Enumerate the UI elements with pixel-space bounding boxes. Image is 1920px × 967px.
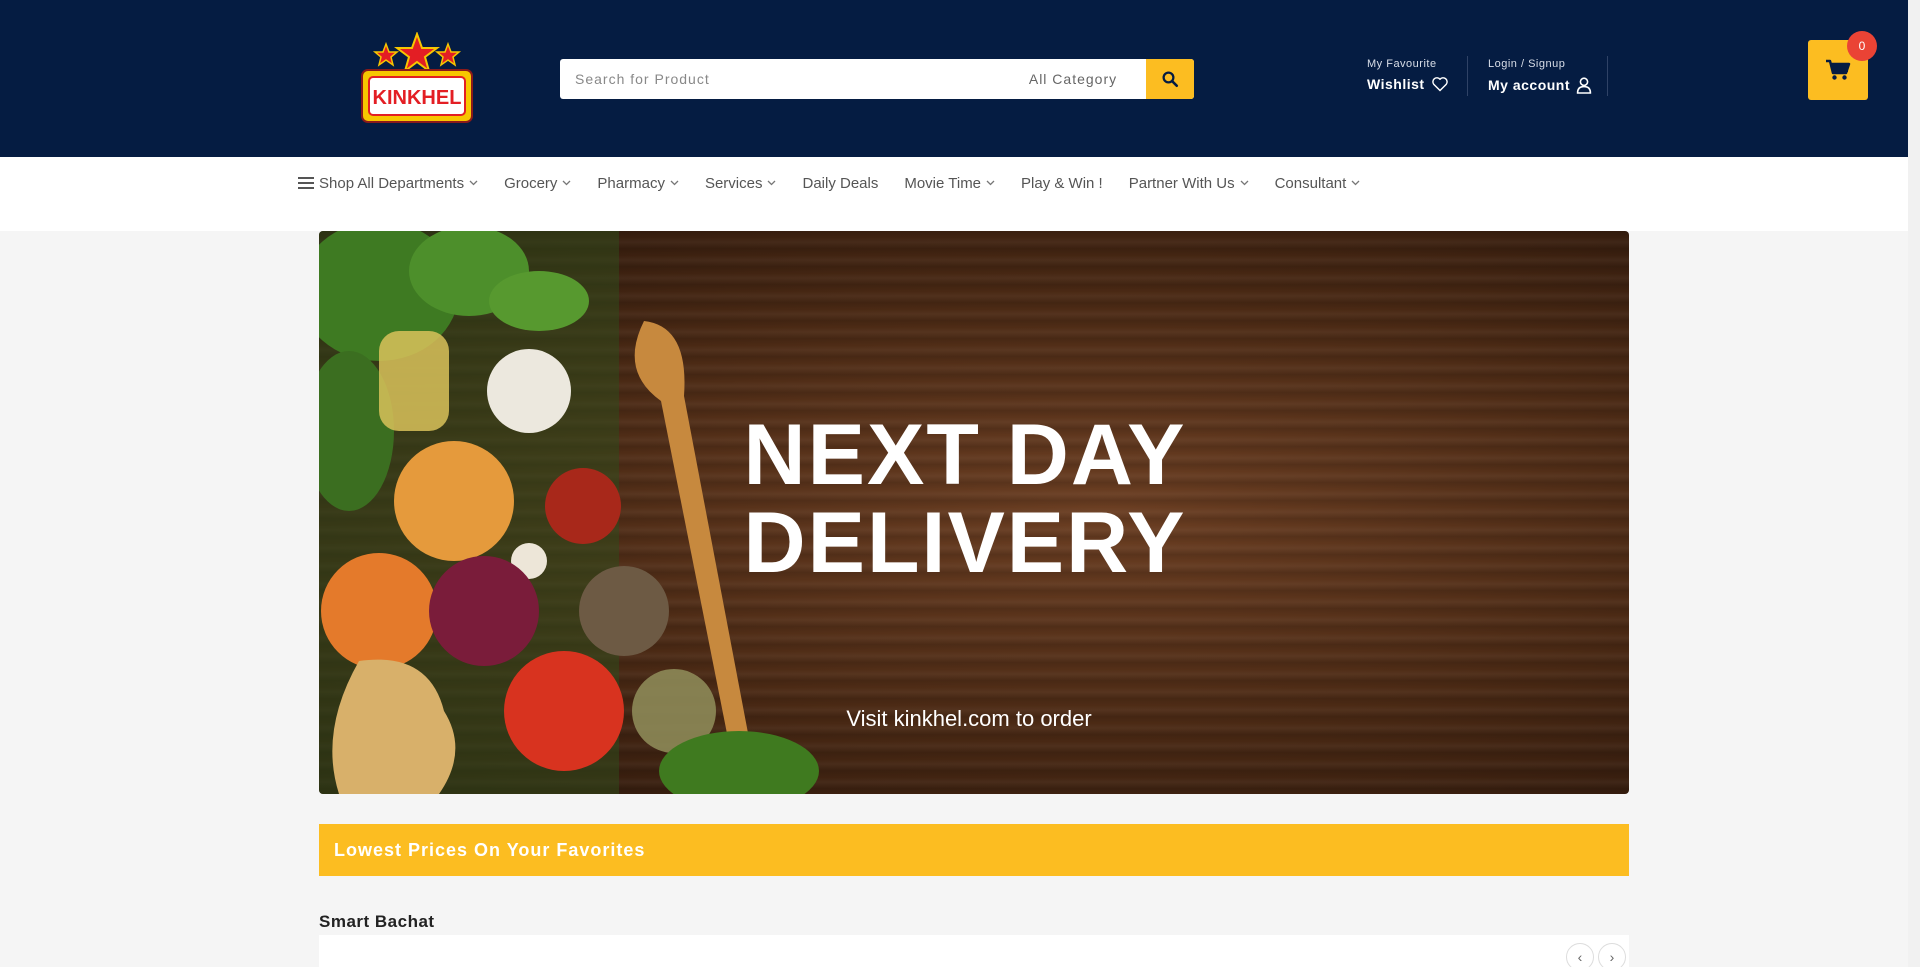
chevron-left-icon: ‹ xyxy=(1577,949,1583,965)
chevron-down-icon xyxy=(986,180,995,186)
hero-subtitle: Visit kinkhel.com to order xyxy=(846,706,1092,731)
nav-item-label: Shop All Departments xyxy=(319,174,465,192)
wishlist-caption: My Favourite xyxy=(1367,58,1437,70)
cart-icon xyxy=(1826,59,1851,80)
chevron-down-icon xyxy=(670,180,679,186)
menu-icon xyxy=(298,177,314,189)
account-caption: Login / Signup xyxy=(1488,58,1566,70)
promo-banner-label: Lowest Prices On Your Favorites xyxy=(334,840,646,860)
nav-item-label: Daily Deals xyxy=(802,174,879,192)
hero-banner[interactable]: NEXT DAY DELIVERY Visit kinkhel.com to o… xyxy=(319,231,1629,794)
chevron-right-icon: › xyxy=(1609,949,1615,965)
chevron-down-icon xyxy=(562,180,571,186)
nav-item-daily-deals[interactable]: Daily Deals xyxy=(802,175,878,192)
carousel-next-button[interactable]: › xyxy=(1598,943,1626,967)
logo-text: KINKHEL xyxy=(373,87,462,109)
search-button[interactable] xyxy=(1146,59,1194,99)
product-carousel xyxy=(319,935,1629,967)
page-scrollbar[interactable] xyxy=(1908,0,1920,967)
search-icon xyxy=(1162,71,1179,88)
chevron-down-icon xyxy=(1240,180,1249,186)
wishlist-link[interactable]: My Favourite Wishlist xyxy=(1367,58,1449,94)
promo-banner: Lowest Prices On Your Favorites xyxy=(319,824,1629,876)
nav-item-pharmacy[interactable]: Pharmacy xyxy=(597,175,679,192)
nav-item-label: Consultant xyxy=(1274,174,1347,192)
main-nav: Shop All Departments Grocery Pharmacy Servi… xyxy=(0,157,1908,231)
nav-item-shop-all-departments[interactable]: Shop All Departments xyxy=(298,175,478,192)
nav-item-services[interactable]: Services xyxy=(705,175,777,192)
nav-item-grocery[interactable]: Grocery xyxy=(504,175,571,192)
section-title: Smart Bachat xyxy=(319,912,435,931)
header-divider xyxy=(1467,56,1468,96)
nav-item-consultant[interactable]: Consultant xyxy=(1275,175,1361,192)
nav-item-label: Movie Time xyxy=(904,174,982,192)
header-divider xyxy=(1607,56,1608,96)
account-label: My account xyxy=(1488,77,1571,93)
nav-item-label: Services xyxy=(704,174,763,192)
hero-title-line-1: NEXT DAY xyxy=(743,407,1187,503)
chevron-down-icon xyxy=(768,180,776,186)
top-header: KINKHEL All Category My Favourite Wishli… xyxy=(0,0,1908,157)
hero-title-line-2: DELIVERY xyxy=(743,495,1187,591)
nav-item-label: Pharmacy xyxy=(597,174,665,192)
chevron-down-icon xyxy=(469,180,478,186)
cart-count-badge: 0 xyxy=(1847,31,1877,61)
nav-item-partner-with-us[interactable]: Partner With Us xyxy=(1129,175,1249,192)
search-input[interactable] xyxy=(560,59,1000,99)
category-select[interactable]: All Category xyxy=(1000,59,1146,99)
chevron-down-icon xyxy=(1351,180,1360,186)
nav-item-label: Partner With Us xyxy=(1128,174,1235,192)
heart-icon xyxy=(1431,77,1448,92)
hero-title: NEXT DAY DELIVERY xyxy=(695,411,1235,587)
nav-item-movie-time[interactable]: Movie Time xyxy=(904,175,995,192)
nav-item-label: Play & Win ! xyxy=(1021,174,1103,192)
carousel-prev-button[interactable]: ‹ xyxy=(1566,943,1594,967)
nav-item-play-win[interactable]: Play & Win ! xyxy=(1021,175,1103,192)
user-icon xyxy=(1576,77,1592,94)
account-link[interactable]: Login / Signup My account xyxy=(1488,58,1592,95)
nav-item-label: Grocery xyxy=(504,174,558,192)
wishlist-label: Wishlist xyxy=(1367,76,1425,92)
nav-items: Shop All Departments Grocery Pharmacy Servi… xyxy=(298,157,1386,209)
site-logo[interactable]: KINKHEL xyxy=(356,31,478,128)
